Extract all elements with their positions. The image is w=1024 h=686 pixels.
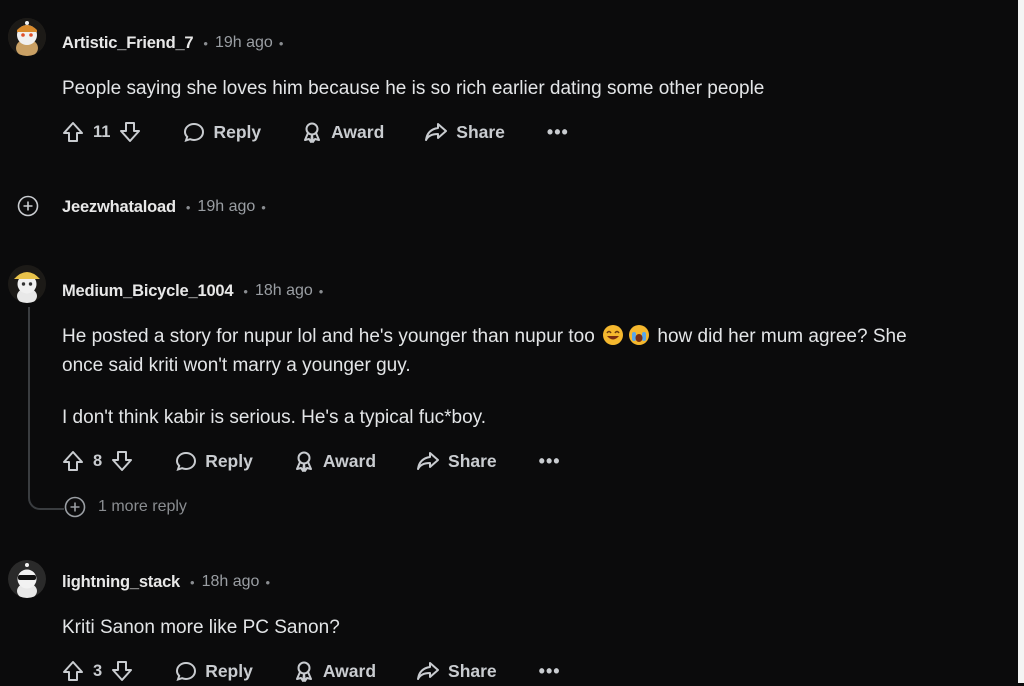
author-name[interactable]: Jeezwhataload	[62, 198, 176, 217]
thread-connector	[28, 488, 64, 510]
more-options-button[interactable]: •••	[547, 122, 569, 143]
downvote-button[interactable]	[111, 660, 133, 682]
vote-count: 3	[93, 661, 103, 680]
separator-dot: •	[243, 283, 248, 299]
separator-dot: •	[190, 574, 195, 590]
reply-button[interactable]: Reply	[175, 660, 253, 682]
snoo-avatar-icon	[8, 265, 46, 303]
award-icon	[295, 661, 312, 682]
share-label: Share	[456, 121, 505, 142]
downvote-button[interactable]	[119, 121, 141, 143]
avatar[interactable]	[8, 560, 46, 598]
speech-bubble-icon	[184, 122, 205, 143]
plus-circle-icon	[17, 195, 39, 217]
upvote-icon	[63, 122, 83, 142]
comment-paragraph: He posted a story for nupur lol and he's…	[62, 322, 992, 380]
speech-bubble-icon	[176, 661, 197, 682]
comment-text: People saying she loves him because he i…	[62, 78, 765, 99]
timestamp[interactable]: 18h ago	[255, 282, 313, 300]
separator-dot: •	[265, 574, 270, 590]
vote-count: 8	[93, 451, 103, 470]
comment-body: He posted a story for nupur lol and he's…	[62, 322, 992, 432]
timestamp[interactable]: 19h ago	[197, 198, 255, 216]
reply-button[interactable]: Reply	[175, 450, 253, 472]
award-button[interactable]: Award	[293, 450, 376, 472]
award-button[interactable]: Award	[301, 121, 384, 143]
reply-button[interactable]: Reply	[183, 121, 261, 143]
comment-text: how did her mum agree? She	[657, 326, 907, 347]
upvote-icon	[63, 451, 83, 471]
author-name[interactable]: Medium_Bicycle_1004	[62, 282, 234, 301]
downvote-icon	[112, 661, 133, 681]
comment-actions: 8 Reply Award Share •••	[62, 446, 561, 476]
separator-dot: •	[261, 199, 266, 215]
award-label: Award	[322, 660, 377, 681]
downvote-icon	[120, 122, 141, 142]
timestamp[interactable]: 19h ago	[215, 34, 273, 52]
upvote-button[interactable]	[62, 121, 84, 143]
author-name[interactable]: Artistic_Friend_7	[62, 34, 194, 53]
award-label: Award	[322, 450, 377, 471]
laughing-emoji-icon	[603, 325, 624, 345]
share-button[interactable]: Share	[416, 660, 497, 682]
upvote-icon	[63, 661, 83, 681]
timestamp[interactable]: 18h ago	[202, 573, 260, 591]
award-icon	[295, 451, 312, 472]
share-label: Share	[448, 660, 497, 681]
thread-line[interactable]	[28, 307, 30, 497]
snoo-avatar-icon	[8, 560, 46, 598]
comment-header: lightning_stack • 18h ago •	[62, 571, 270, 593]
expand-button[interactable]	[17, 195, 39, 217]
comment-body: Kriti Sanon more like PC Sanon?	[62, 613, 992, 642]
award-label: Award	[331, 121, 385, 142]
award-button[interactable]: Award	[293, 660, 376, 682]
share-icon	[425, 123, 448, 141]
comment-paragraph: I don't think kabir is serious. He's a t…	[62, 407, 487, 428]
upvote-button[interactable]	[62, 660, 84, 682]
share-icon	[417, 662, 440, 680]
more-options-button[interactable]: •••	[539, 661, 561, 682]
comment-thread: Artistic_Friend_7 • 19h ago • People say…	[0, 0, 1018, 683]
comment-actions: 11 Reply Award Share •••	[62, 117, 569, 147]
reply-label: Reply	[213, 121, 262, 142]
speech-bubble-icon	[176, 451, 197, 472]
downvote-button[interactable]	[111, 450, 133, 472]
downvote-icon	[112, 451, 133, 471]
snoo-avatar-icon	[8, 18, 46, 56]
avatar[interactable]	[8, 265, 46, 303]
comment-text: once said kriti won't marry a younger gu…	[62, 355, 411, 376]
vote-count: 11	[93, 122, 111, 141]
page-edge	[1018, 0, 1024, 683]
more-replies-button[interactable]: 1 more reply	[64, 496, 187, 518]
comment-header: Medium_Bicycle_1004 • 18h ago •	[62, 280, 323, 302]
separator-dot: •	[185, 199, 191, 215]
crying-emoji-icon	[629, 325, 650, 345]
avatar[interactable]	[8, 18, 46, 56]
separator-dot: •	[203, 35, 208, 51]
reply-label: Reply	[205, 450, 253, 471]
upvote-button[interactable]	[62, 450, 84, 472]
comment-text: He posted a story for nupur lol and he's…	[62, 326, 595, 347]
comment-text: Kriti Sanon more like PC Sanon?	[62, 617, 340, 638]
separator-dot: •	[318, 283, 324, 299]
share-button[interactable]: Share	[416, 450, 497, 472]
share-icon	[417, 452, 440, 470]
separator-dot: •	[278, 35, 284, 51]
author-name[interactable]: lightning_stack	[62, 573, 180, 592]
comment-actions: 3 Reply Award Share •••	[62, 656, 561, 686]
more-replies-label: 1 more reply	[98, 498, 187, 515]
plus-circle-icon	[64, 496, 86, 518]
comment-header: Artistic_Friend_7 • 19h ago •	[62, 32, 283, 54]
comment-body: People saying she loves him because he i…	[62, 74, 992, 103]
share-label: Share	[448, 450, 497, 471]
award-icon	[304, 122, 321, 143]
comment-header: Jeezwhataload • 19h ago •	[62, 196, 266, 218]
more-options-button[interactable]: •••	[539, 451, 561, 472]
share-button[interactable]: Share	[424, 121, 505, 143]
reply-label: Reply	[205, 660, 253, 681]
